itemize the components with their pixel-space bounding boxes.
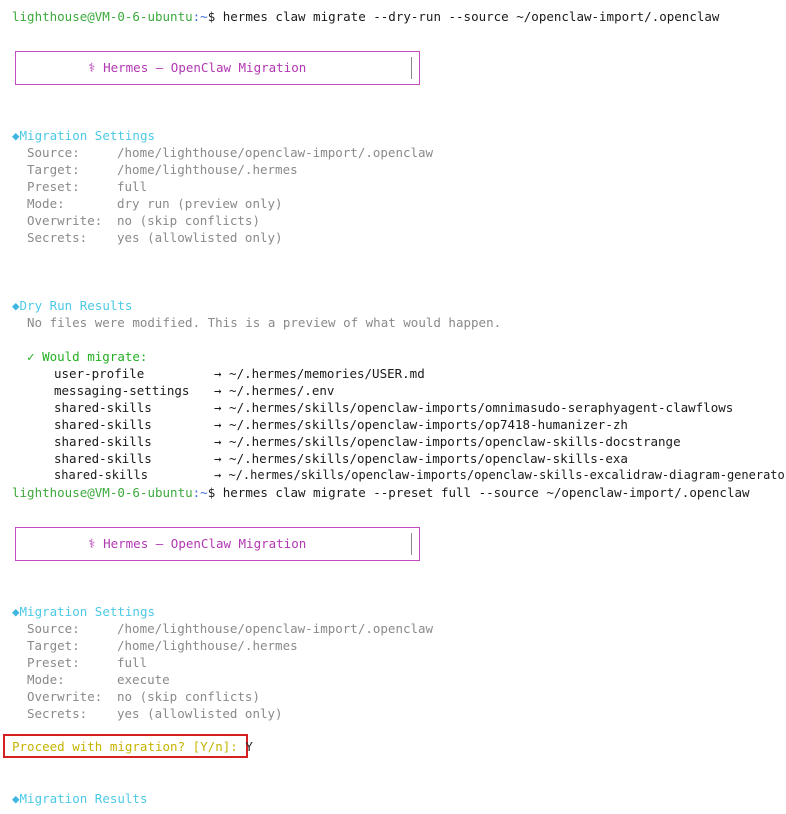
migrate-item: shared-skills → ~/.hermes/skills/openclaw… [54,434,681,449]
setting-row: Mode: execute [27,672,170,687]
migrate-item: user-profile → ~/.hermes/memories/USER.md [54,366,425,381]
banner-cursor [411,533,412,555]
diamond-icon: ◆ [12,298,20,313]
setting-row: Preset: full [27,179,148,194]
setting-row: Overwrite: no (skip conflicts) [27,213,260,228]
diamond-icon: ◆ [12,128,20,143]
migrate-item: shared-skills → ~/.hermes/skills/openclaw… [54,451,628,466]
proceed-prompt: Proceed with migration? [Y/n]: [12,739,238,754]
diamond-icon: ◆ [12,604,20,619]
setting-row: Secrets: yes (allowlisted only) [27,706,283,721]
proceed-prompt-line[interactable]: Proceed with migration? [Y/n]: Y [12,738,253,755]
setting-row: Preset: full [27,655,148,670]
diamond-icon: ◆ [12,791,20,806]
command-text: $ hermes claw migrate --dry-run --source… [207,9,720,24]
setting-row: Source:/home/lighthouse/openclaw-import/… [27,145,434,160]
migration-banner-2: ⚕ Hermes — OpenClaw Migration [15,527,420,561]
migrate-item: messaging-settings → ~/.hermes/.env [54,383,335,398]
migration-banner-1: ⚕ Hermes — OpenClaw Migration [15,51,420,85]
results-header: ◆Migration Results [12,791,148,806]
prompt-user: lighthouse@VM-0-6-ubuntu [12,9,193,24]
banner-cursor [411,57,412,79]
would-migrate-heading: ✓ Would migrate: [27,349,148,364]
command-text: $ hermes claw migrate --preset full --so… [207,485,750,500]
caduceus-icon: ⚕ [88,536,96,551]
migrate-item: shared-skills → ~/.hermes/skills/openclaw… [54,468,786,482]
migrate-item: shared-skills → ~/.hermes/skills/openclaw… [54,417,628,432]
command-line-2: lighthouse@VM-0-6-ubuntu:~$ hermes claw … [12,484,750,501]
setting-row: Overwrite: no (skip conflicts) [27,689,260,704]
caduceus-icon: ⚕ [88,60,96,75]
setting-row: Target:/home/lighthouse/.hermes [27,638,298,653]
banner-title: Hermes — OpenClaw Migration [103,60,307,75]
settings-header-1: ◆Migration Settings [12,128,155,143]
setting-row: Source:/home/lighthouse/openclaw-import/… [27,621,434,636]
setting-row: Target:/home/lighthouse/.hermes [27,162,298,177]
setting-row: Mode: dry run (preview only) [27,196,283,211]
prompt-path: :~ [192,485,208,500]
banner-title: Hermes — OpenClaw Migration [103,536,307,551]
command-line-1: lighthouse@VM-0-6-ubuntu:~$ hermes claw … [12,8,719,25]
dry-run-note: No files were modified. This is a previe… [27,315,502,330]
migrate-item: shared-skills → ~/.hermes/skills/openclaw… [54,400,734,415]
check-icon: ✓ [27,349,35,364]
setting-row: Secrets: yes (allowlisted only) [27,230,283,245]
prompt-path: :~ [192,9,208,24]
settings-header-2: ◆Migration Settings [12,604,155,619]
proceed-answer[interactable]: Y [245,739,253,754]
prompt-user: lighthouse@VM-0-6-ubuntu [12,485,193,500]
dry-run-header: ◆Dry Run Results [12,298,133,313]
